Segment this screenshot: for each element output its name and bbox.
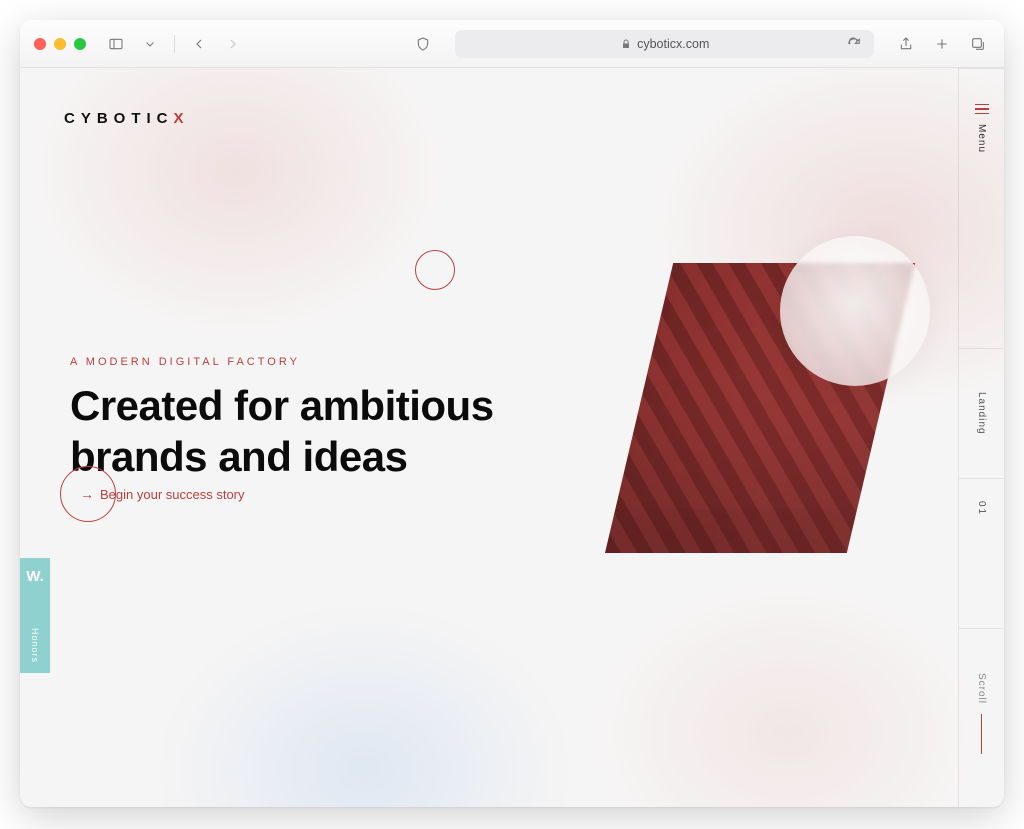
address-bar[interactable]: cyboticx.com xyxy=(455,30,874,58)
address-bar-text: cyboticx.com xyxy=(637,37,709,51)
awwwards-logo: W. xyxy=(26,568,44,585)
page-viewport: CYBOTICX A MODERN DIGITAL FACTORY Create… xyxy=(20,68,1004,807)
section-index-indicator: 01 xyxy=(959,478,1004,538)
arrow-right-icon: → xyxy=(80,486,94,502)
hero-headline-line2: brands and ideas xyxy=(70,433,407,480)
reload-button[interactable] xyxy=(842,30,866,58)
brand-logo[interactable]: CYBOTICX xyxy=(64,110,190,127)
decorative-circle-small xyxy=(415,250,455,290)
nav-back-button[interactable] xyxy=(187,30,211,58)
window-zoom-button[interactable] xyxy=(74,38,86,50)
frosted-circle xyxy=(780,236,930,386)
scroll-line-icon xyxy=(981,714,982,754)
brand-logo-text: CYBOTIC xyxy=(64,110,174,127)
side-rail: Menu Landing 01 Scroll xyxy=(958,68,1004,807)
cta-label: Begin your success story xyxy=(100,487,245,502)
nav-forward-button[interactable] xyxy=(221,30,245,58)
scroll-label: Scroll xyxy=(976,673,987,704)
awwwards-honors-badge[interactable]: W. Honors xyxy=(20,558,50,673)
window-controls xyxy=(34,38,86,50)
sidebar-chevron-icon[interactable] xyxy=(138,30,162,58)
privacy-report-button[interactable] xyxy=(411,30,435,58)
hero-eyebrow: A MODERN DIGITAL FACTORY xyxy=(70,356,300,368)
brand-logo-x: X xyxy=(174,110,190,127)
section-label: Landing xyxy=(976,392,987,435)
browser-toolbar: cyboticx.com xyxy=(20,20,1004,68)
honors-label: Honors xyxy=(30,628,40,663)
hero-headline: Created for ambitious brands and ideas xyxy=(70,380,494,482)
menu-button[interactable]: Menu xyxy=(959,68,1004,188)
hamburger-icon xyxy=(975,104,989,114)
new-tab-button[interactable] xyxy=(930,30,954,58)
window-minimize-button[interactable] xyxy=(54,38,66,50)
browser-window: cyboticx.com CYBOTICX A MODERN DIGITAL F… xyxy=(20,20,1004,807)
cta-link[interactable]: → Begin your success story xyxy=(80,486,245,502)
toolbar-separator xyxy=(174,35,175,53)
window-close-button[interactable] xyxy=(34,38,46,50)
hero-headline-line1: Created for ambitious xyxy=(70,382,494,429)
share-button[interactable] xyxy=(894,30,918,58)
sidebar-toggle-button[interactable] xyxy=(104,30,128,58)
scroll-hint[interactable]: Scroll xyxy=(959,628,1004,798)
section-indicator: Landing xyxy=(959,348,1004,478)
menu-label: Menu xyxy=(976,124,987,153)
section-index: 01 xyxy=(976,501,987,516)
tab-overview-button[interactable] xyxy=(966,30,990,58)
lock-icon xyxy=(620,38,632,50)
